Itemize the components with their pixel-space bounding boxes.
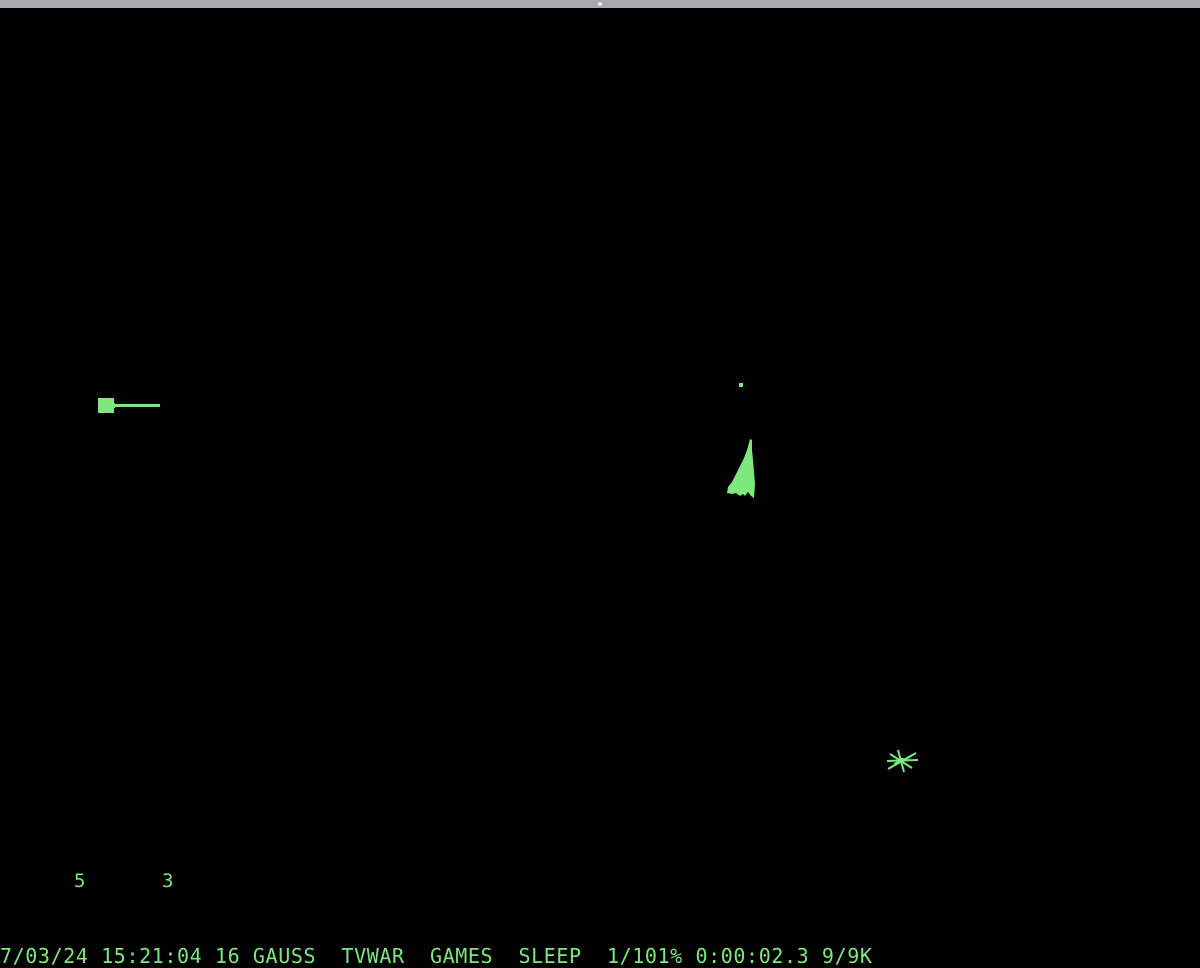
status-runtime: 0:00:02.3 — [695, 944, 810, 968]
score-player-right: 3 — [162, 870, 174, 892]
game-screen: 5 3 7/03/24 15:21:04 16 GAUSS TVWAR GAME… — [0, 8, 1200, 968]
status-memory: 9/9K — [821, 944, 873, 968]
title-bar-dot — [598, 2, 602, 6]
window-title-bar — [0, 0, 1200, 8]
status-users: 16 — [214, 944, 241, 968]
status-date: 7/03/24 — [0, 944, 89, 968]
status-state: SLEEP — [518, 944, 582, 968]
status-load: 1/101% — [606, 944, 683, 968]
status-job: TVWAR — [341, 944, 405, 968]
status-line: 7/03/24 15:21:04 16 GAUSS TVWAR GAMES SL… — [0, 944, 873, 968]
wedge-ship-icon — [727, 439, 755, 498]
needle-ship-icon — [98, 398, 160, 413]
status-time: 15:21:04 — [101, 944, 203, 968]
status-directory: GAMES — [429, 944, 494, 968]
status-user: GAUSS — [252, 944, 317, 968]
echo-area-strip — [0, 958, 1200, 962]
torpedo-dot — [739, 383, 743, 387]
score-player-left: 5 — [74, 870, 86, 892]
sun-star-icon — [886, 749, 919, 773]
